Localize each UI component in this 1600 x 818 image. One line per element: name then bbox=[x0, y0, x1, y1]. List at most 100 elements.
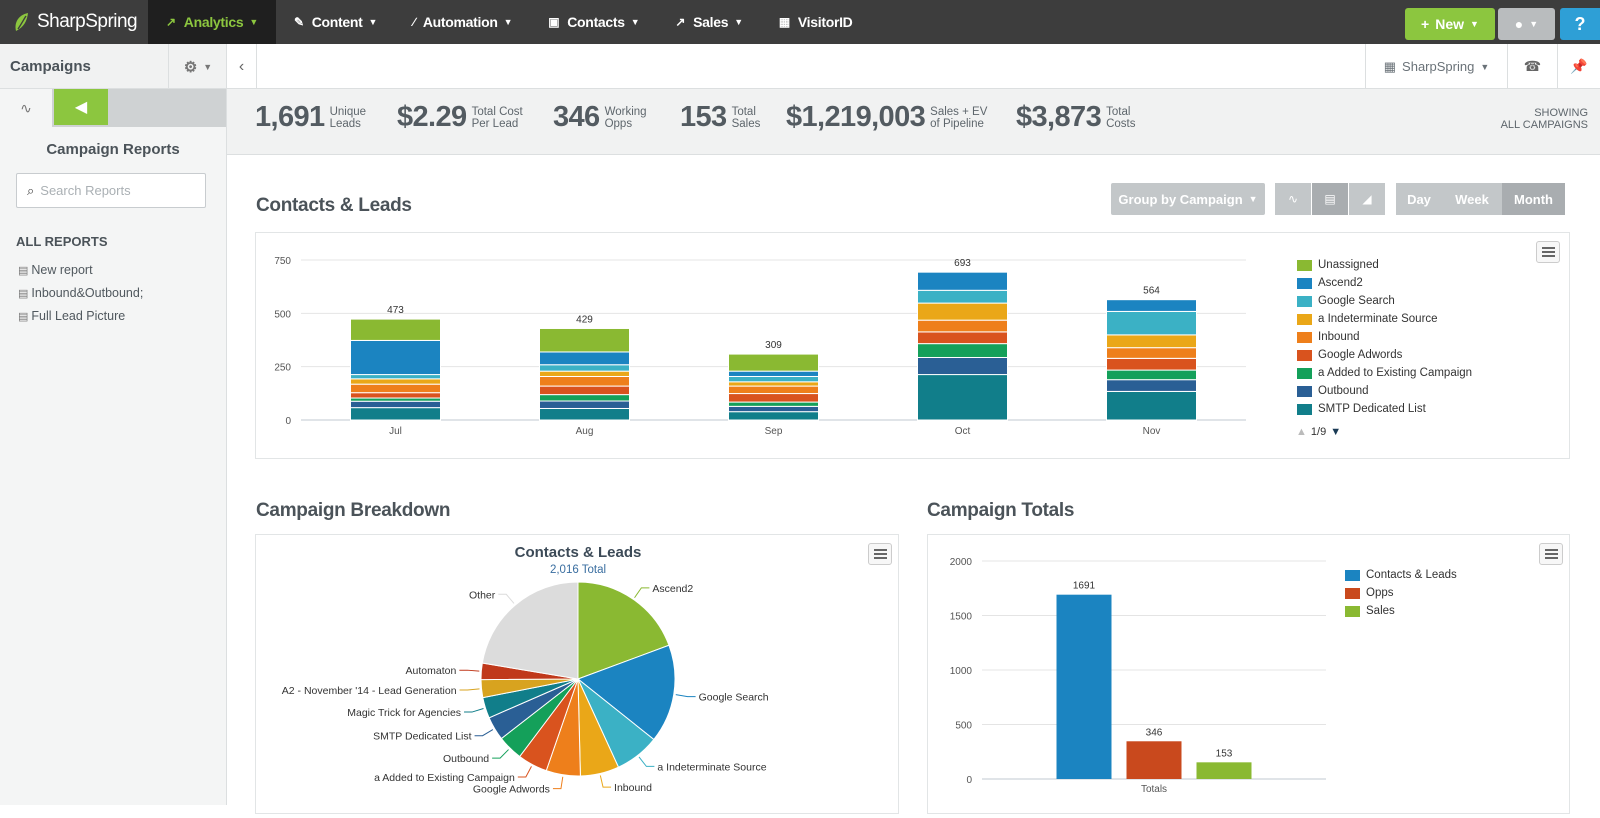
line-chart-toggle[interactable]: ∿ bbox=[1275, 183, 1311, 215]
report-icon: ▤ bbox=[18, 310, 29, 323]
legend-item[interactable]: Ascend2 bbox=[1297, 277, 1363, 289]
report-link[interactable]: ▤ Full Lead Picture bbox=[18, 309, 226, 323]
new-button[interactable]: + New ▼ bbox=[1405, 8, 1495, 40]
legend-item[interactable]: Sales bbox=[1345, 605, 1395, 617]
nav-contacts[interactable]: ▣ Contacts ▼ bbox=[530, 0, 657, 44]
campaign-breakdown-panel: Contacts & Leads 2,016 Total Ascend2 Google… bbox=[255, 534, 899, 814]
phone-icon: ☎ bbox=[1523, 58, 1542, 74]
chevron-down-icon: ▼ bbox=[203, 61, 213, 72]
gear-icon: ⚙ bbox=[183, 58, 198, 76]
sharpspring-logo[interactable]: SharpSpring bbox=[0, 0, 148, 44]
report-link[interactable]: ▤ Inbound&Outbound; bbox=[18, 286, 226, 300]
nav-content[interactable]: ✎ Content ▼ bbox=[276, 0, 395, 44]
bar-segment bbox=[539, 364, 630, 372]
legend-item[interactable]: Unassigned bbox=[1297, 259, 1379, 271]
pie-slice-label: Google Search bbox=[699, 692, 769, 704]
bar-segment bbox=[350, 339, 441, 376]
bar-segment bbox=[917, 302, 1008, 321]
nav-contacts-label: Contacts bbox=[567, 14, 625, 30]
legend-swatch bbox=[1297, 403, 1312, 415]
nav-analytics-label: Analytics bbox=[183, 14, 244, 30]
y-tick-label: 1000 bbox=[950, 666, 973, 677]
bar-segment bbox=[728, 411, 819, 421]
chart-menu-button[interactable] bbox=[1536, 241, 1560, 263]
bar-value-label: 153 bbox=[1216, 748, 1233, 759]
bar-segment bbox=[539, 327, 630, 353]
sidebar-settings-button[interactable]: ⚙ ▼ bbox=[168, 44, 227, 89]
line-chart-icon: ∿ bbox=[20, 99, 32, 116]
top-navbar: SharpSpring ↗ Analytics ▼ ✎ Content ▼ ∕ … bbox=[0, 0, 1600, 44]
all-reports-heading: ALL REPORTS bbox=[16, 234, 108, 249]
phone-button[interactable]: ☎ bbox=[1507, 44, 1557, 89]
pie-slice-label: Automaton bbox=[406, 665, 457, 677]
new-button-label: New bbox=[1435, 16, 1465, 32]
bar-segment bbox=[539, 407, 630, 421]
nav-visitorid-label: VisitorID bbox=[797, 14, 853, 30]
legend-pager[interactable]: ▲ 1/9 ▼ bbox=[1296, 426, 1341, 438]
stat-label: Total Costs bbox=[1106, 105, 1136, 130]
pie-connector bbox=[675, 694, 696, 698]
period-month-button[interactable]: Month bbox=[1502, 183, 1565, 215]
sidebar-header: Campaigns ⚙ ▼ bbox=[0, 44, 226, 89]
arrow-down-icon: ▼ bbox=[1330, 426, 1342, 438]
pie-connector bbox=[459, 669, 480, 672]
pie-connector bbox=[634, 587, 650, 599]
collapse-sidebar-button[interactable]: ‹ bbox=[227, 44, 257, 89]
period-month-label: Month bbox=[1514, 191, 1553, 207]
legend-swatch bbox=[1297, 259, 1312, 271]
bar-segment bbox=[917, 331, 1008, 345]
nav-sales[interactable]: ↗ Sales ▼ bbox=[657, 0, 760, 44]
nav-automation-label: Automation bbox=[422, 14, 498, 30]
x-tick-label: Nov bbox=[1143, 426, 1161, 437]
area-chart-toggle[interactable]: ◢ bbox=[1349, 183, 1385, 215]
legend-item[interactable]: Outbound bbox=[1297, 385, 1369, 397]
account-name: SharpSpring bbox=[1402, 59, 1475, 74]
nav-automation[interactable]: ∕ Automation ▼ bbox=[395, 0, 530, 44]
stat-working-opps: 346 Working Opps bbox=[553, 101, 647, 134]
bar-segment bbox=[350, 392, 441, 399]
arrow-up-icon: ▲ bbox=[1296, 426, 1307, 438]
user-menu-button[interactable]: ● ▼ bbox=[1498, 8, 1555, 40]
legend-item[interactable]: Inbound bbox=[1297, 331, 1360, 343]
pie-connector bbox=[638, 756, 655, 767]
pie-slice-label: Inbound bbox=[614, 782, 652, 794]
account-selector[interactable]: ▦ SharpSpring ▼ bbox=[1365, 44, 1507, 89]
report-link-label: Full Lead Picture bbox=[31, 309, 126, 323]
search-reports-input[interactable]: ⌕ Search Reports bbox=[16, 173, 206, 208]
legend-label: Opps bbox=[1366, 587, 1394, 599]
legend-item[interactable]: a Added to Existing Campaign bbox=[1297, 367, 1472, 379]
report-link[interactable]: ▤ New report bbox=[18, 263, 226, 277]
legend-item[interactable]: Opps bbox=[1345, 587, 1394, 599]
showing-label: SHOWING ALL CAMPAIGNS bbox=[1500, 107, 1588, 131]
nav-analytics[interactable]: ↗ Analytics ▼ bbox=[148, 0, 276, 44]
contact-card-icon: ▣ bbox=[548, 15, 560, 29]
period-week-button[interactable]: Week bbox=[1442, 183, 1502, 215]
legend-item[interactable]: Google Search bbox=[1297, 295, 1395, 307]
chart-menu-button[interactable] bbox=[868, 543, 892, 565]
chevron-down-icon: ▼ bbox=[503, 17, 513, 27]
help-button[interactable]: ? bbox=[1560, 8, 1600, 40]
bar-chart-toggle[interactable]: ▤ bbox=[1312, 183, 1348, 215]
group-by-campaign-button[interactable]: Group by Campaign ▼ bbox=[1111, 183, 1265, 215]
pie-connector bbox=[552, 776, 564, 790]
legend-item[interactable]: SMTP Dedicated List bbox=[1297, 403, 1426, 415]
period-day-button[interactable]: Day bbox=[1396, 183, 1442, 215]
tab-campaigns[interactable]: ◀ bbox=[54, 89, 108, 125]
pie-slice-label: A2 - November '14 - Lead Generation bbox=[282, 685, 457, 697]
pie-slice-label: Ascend2 bbox=[652, 583, 693, 595]
nav-sales-label: Sales bbox=[693, 14, 729, 30]
pie-connector bbox=[498, 593, 515, 604]
legend-item[interactable]: Google Adwords bbox=[1297, 349, 1402, 361]
nav-visitorid[interactable]: ▦ VisitorID bbox=[761, 0, 871, 44]
bar-segment bbox=[350, 407, 441, 421]
chart-menu-button[interactable] bbox=[1539, 543, 1563, 565]
tab-charts[interactable]: ∿ bbox=[0, 89, 52, 127]
x-tick-label: Aug bbox=[576, 426, 594, 437]
legend-item[interactable]: a Indeterminate Source bbox=[1297, 313, 1438, 325]
pin-button[interactable]: 📌 bbox=[1557, 44, 1600, 89]
bar-segment bbox=[728, 405, 819, 413]
period-day-label: Day bbox=[1407, 191, 1431, 207]
pie-connector bbox=[474, 729, 494, 737]
legend-item[interactable]: Contacts & Leads bbox=[1345, 569, 1457, 581]
bar-segment bbox=[728, 401, 819, 407]
